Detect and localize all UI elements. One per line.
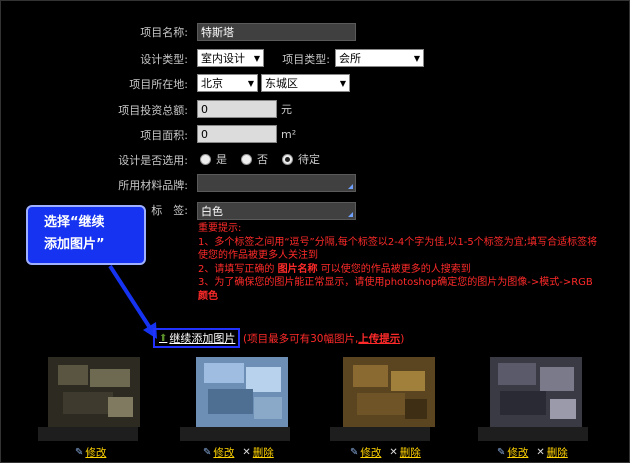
image-caption-3 [330,427,430,441]
delete-link-4[interactable]: 删除 [547,445,568,460]
edit-link-1[interactable]: 修改 [85,445,106,460]
edit-icon: ✎ [350,447,359,458]
edit-icon: ✎ [203,447,212,458]
upload-tip-link[interactable]: 上传提示 [358,333,400,345]
callout-box: 选择“继续 添加图片” [26,205,146,265]
delete-x-icon: ✕ [242,447,251,458]
thumb-actions-1: ✎ 修改 [75,445,114,460]
image-thumbnail-2[interactable] [196,357,288,427]
image-caption-4 [478,427,588,441]
edit-link-3[interactable]: 修改 [360,445,381,460]
edit-link-4[interactable]: 修改 [507,445,528,460]
image-caption-2 [180,427,290,441]
image-caption-1 [38,427,138,441]
image-thumbnail-4[interactable] [490,357,582,427]
thumb-actions-4: ✎ 修改 ✕ 删除 [497,445,576,460]
edit-icon: ✎ [75,447,84,458]
thumb-actions-2: ✎ 修改 ✕ 删除 [203,445,282,460]
thumb-actions-3: ✎ 修改 ✕ 删除 [350,445,429,460]
upload-arrow-icon: ⬆ [159,332,168,344]
delete-x-icon: ✕ [389,447,398,458]
edit-link-2[interactable]: 修改 [213,445,234,460]
delete-link-2[interactable]: 删除 [253,445,274,460]
delete-link-3[interactable]: 删除 [400,445,421,460]
image-thumbnail-1[interactable] [48,357,140,427]
image-thumbnail-3[interactable] [343,357,435,427]
callout-line2: 添加图片” [44,237,105,252]
delete-x-icon: ✕ [536,447,545,458]
callout-line1: 选择“继续 [44,215,105,230]
add-more-images-link[interactable]: ⬆ 继续添加图片 [153,328,240,348]
edit-icon: ✎ [497,447,506,458]
add-note: (项目最多可有30幅图片,上传提示) [243,333,405,345]
add-more-images-label: 继续添加图片 [169,332,236,345]
